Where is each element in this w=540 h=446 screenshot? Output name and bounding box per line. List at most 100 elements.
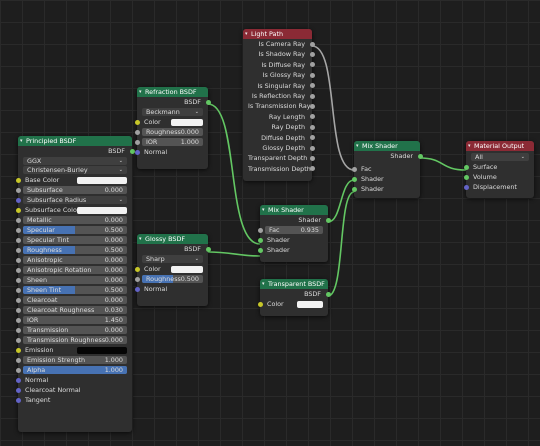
color-swatch[interactable] bbox=[171, 119, 203, 127]
sheen-tint-field[interactable]: Sheen Tint 0.500 bbox=[23, 286, 127, 295]
socket-input[interactable] bbox=[351, 167, 357, 173]
node-glossy-bsdf[interactable]: ▾ Glossy BSDF BSDF Sharp ⌄ Color Roughness… bbox=[134, 234, 211, 306]
socket-output[interactable] bbox=[309, 72, 315, 78]
node-header[interactable]: ▾ Refraction BSDF bbox=[137, 87, 208, 97]
ior-field[interactable]: IOR 1.000 bbox=[142, 138, 203, 147]
anisotropic-rotation-field[interactable]: Anisotropic Rotation 0.000 bbox=[23, 266, 127, 275]
socket-input[interactable] bbox=[15, 378, 21, 384]
socket-output[interactable] bbox=[309, 52, 315, 58]
node-editor-canvas[interactable]: ▾ Principled BSDF BSDF GGX ⌄ Christensen-B… bbox=[0, 0, 540, 446]
subsurface-radius-dropdown[interactable]: Subsurface Radius ⌄ bbox=[23, 196, 127, 205]
socket-input[interactable] bbox=[15, 328, 21, 334]
socket-input[interactable] bbox=[134, 150, 140, 156]
socket-output[interactable] bbox=[205, 246, 211, 252]
node-header[interactable]: ▾ Mix Shader bbox=[354, 141, 420, 151]
socket-output[interactable] bbox=[417, 153, 423, 159]
socket-input[interactable] bbox=[15, 348, 21, 354]
socket-input[interactable] bbox=[15, 258, 21, 264]
input-color[interactable]: Color bbox=[257, 299, 328, 309]
specular-tint-field[interactable]: Specular Tint 0.000 bbox=[23, 236, 127, 245]
roughness-field[interactable]: Roughness 0.000 bbox=[142, 128, 203, 137]
collapse-arrow-icon[interactable]: ▾ bbox=[356, 141, 359, 151]
socket-output[interactable] bbox=[309, 104, 315, 110]
collapse-arrow-icon[interactable]: ▾ bbox=[262, 205, 265, 215]
socket-input[interactable] bbox=[15, 358, 21, 364]
node-header[interactable]: ▾ Light Path bbox=[243, 29, 312, 39]
color-swatch[interactable] bbox=[77, 347, 127, 355]
subsurface-field[interactable]: Subsurface 0.000 bbox=[23, 186, 127, 195]
node-header[interactable]: ▾ Transparent BSDF bbox=[260, 279, 328, 289]
socket-input[interactable] bbox=[15, 228, 21, 234]
subsurface-method-dropdown[interactable]: Christensen-Burley ⌄ bbox=[23, 166, 127, 175]
socket-input[interactable] bbox=[257, 228, 263, 234]
socket-output[interactable] bbox=[309, 145, 315, 151]
node-mix-shader-1[interactable]: ▾ Mix Shader Shader Fac 0.935 Shader Shade… bbox=[257, 205, 331, 262]
color-swatch[interactable] bbox=[297, 301, 323, 309]
target-dropdown[interactable]: All ⌄ bbox=[471, 153, 529, 161]
node-mix-shader-2[interactable]: ▾ Mix Shader Shader Fac Shader Shader bbox=[351, 141, 423, 198]
collapse-arrow-icon[interactable]: ▾ bbox=[20, 136, 23, 146]
sheen-field[interactable]: Sheen 0.000 bbox=[23, 276, 127, 285]
socket-input[interactable] bbox=[15, 298, 21, 304]
input-color[interactable]: Color bbox=[134, 264, 208, 274]
socket-input[interactable] bbox=[15, 238, 21, 244]
socket-input[interactable] bbox=[15, 268, 21, 274]
socket-output[interactable] bbox=[309, 41, 315, 47]
socket-output[interactable] bbox=[309, 135, 315, 141]
socket-input[interactable] bbox=[134, 277, 140, 283]
socket-input[interactable] bbox=[15, 278, 21, 284]
socket-output[interactable] bbox=[309, 93, 315, 99]
socket-input[interactable] bbox=[463, 174, 469, 180]
socket-input[interactable] bbox=[15, 288, 21, 294]
anisotropic-field[interactable]: Anisotropic 0.000 bbox=[23, 256, 127, 265]
color-swatch[interactable] bbox=[77, 177, 127, 185]
collapse-arrow-icon[interactable]: ▾ bbox=[468, 141, 471, 151]
socket-input[interactable] bbox=[351, 187, 357, 193]
node-transparent-bsdf[interactable]: ▾ Transparent BSDF BSDF Color bbox=[257, 279, 331, 316]
collapse-arrow-icon[interactable]: ▾ bbox=[245, 29, 248, 39]
socket-input[interactable] bbox=[15, 188, 21, 194]
node-header[interactable]: ▾ Principled BSDF bbox=[18, 136, 132, 146]
socket-output[interactable] bbox=[309, 124, 315, 130]
socket-output[interactable] bbox=[325, 217, 331, 223]
distribution-dropdown[interactable]: GGX ⌄ bbox=[23, 157, 127, 166]
color-swatch[interactable] bbox=[171, 266, 203, 274]
socket-output[interactable] bbox=[309, 114, 315, 120]
socket-input[interactable] bbox=[257, 302, 263, 308]
socket-input[interactable] bbox=[134, 267, 140, 273]
socket-input[interactable] bbox=[15, 338, 21, 344]
roughness-field[interactable]: Roughness 0.500 bbox=[23, 246, 127, 255]
socket-input[interactable] bbox=[257, 248, 263, 254]
socket-output[interactable] bbox=[309, 62, 315, 68]
socket-input[interactable] bbox=[134, 287, 140, 293]
collapse-arrow-icon[interactable]: ▾ bbox=[139, 234, 142, 244]
emission-strength-field[interactable]: Emission Strength 1.000 bbox=[23, 356, 127, 365]
node-material-output[interactable]: ▾ Material Output All ⌄ Surface Volume Displ… bbox=[463, 141, 534, 198]
fac-field[interactable]: Fac 0.935 bbox=[265, 226, 323, 235]
socket-input[interactable] bbox=[463, 164, 469, 170]
socket-input[interactable] bbox=[15, 248, 21, 254]
socket-input[interactable] bbox=[134, 120, 140, 126]
transmission-roughness-field[interactable]: Transmission Roughness 0.000 bbox=[23, 336, 127, 345]
socket-output[interactable] bbox=[309, 155, 315, 161]
ior-field[interactable]: IOR 1.450 bbox=[23, 316, 127, 325]
alpha-field[interactable]: Alpha 1.000 bbox=[23, 366, 127, 375]
input-emission[interactable]: Emission bbox=[15, 345, 132, 355]
node-header[interactable]: ▾ Material Output bbox=[466, 141, 534, 151]
input-base-color[interactable]: Base Color bbox=[15, 175, 132, 185]
socket-input[interactable] bbox=[134, 130, 140, 136]
color-swatch[interactable] bbox=[77, 207, 127, 215]
socket-input[interactable] bbox=[134, 140, 140, 146]
roughness-field[interactable]: Roughness 0.500 bbox=[142, 275, 203, 284]
specular-field[interactable]: Specular 0.500 bbox=[23, 226, 127, 235]
node-refraction-bsdf[interactable]: ▾ Refraction BSDF BSDF Beckmann ⌄ Color Ro… bbox=[134, 87, 211, 169]
socket-input[interactable] bbox=[15, 208, 21, 214]
socket-input[interactable] bbox=[15, 368, 21, 374]
clearcoat-field[interactable]: Clearcoat 0.000 bbox=[23, 296, 127, 305]
socket-output[interactable] bbox=[309, 166, 315, 172]
socket-output[interactable] bbox=[309, 83, 315, 89]
socket-input[interactable] bbox=[15, 388, 21, 394]
socket-output[interactable] bbox=[325, 291, 331, 297]
distribution-dropdown[interactable]: Sharp ⌄ bbox=[142, 255, 203, 264]
collapse-arrow-icon[interactable]: ▾ bbox=[139, 87, 142, 97]
